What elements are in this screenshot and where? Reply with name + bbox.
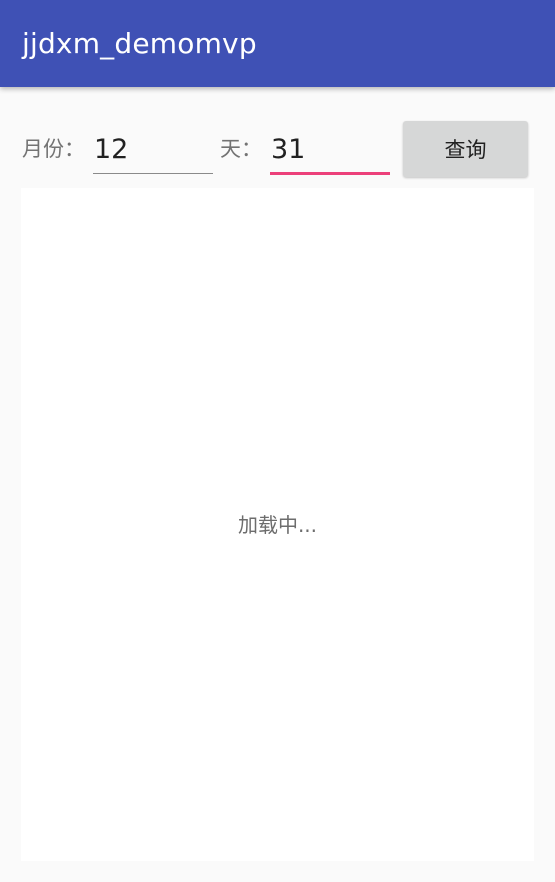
- query-button[interactable]: 查询: [403, 121, 528, 177]
- month-input[interactable]: 12: [93, 128, 213, 174]
- result-panel: 加载中...: [21, 188, 534, 861]
- day-input[interactable]: 31: [270, 128, 390, 175]
- loading-text: 加载中...: [237, 513, 318, 537]
- toolbar-title: jjdxm_demomvp: [22, 27, 257, 60]
- day-input-value: 31: [271, 134, 306, 165]
- month-input-underline: [93, 173, 213, 174]
- app-toolbar: jjdxm_demomvp: [0, 0, 555, 87]
- app-screen: jjdxm_demomvp 月份： 12 天： 31 查询 加载中...: [0, 0, 555, 882]
- day-label: 天：: [220, 137, 262, 161]
- day-input-underline: [270, 172, 390, 175]
- month-label: 月份：: [22, 137, 85, 161]
- query-form: 月份： 12 天： 31 查询: [0, 120, 555, 180]
- month-input-value: 12: [94, 134, 129, 165]
